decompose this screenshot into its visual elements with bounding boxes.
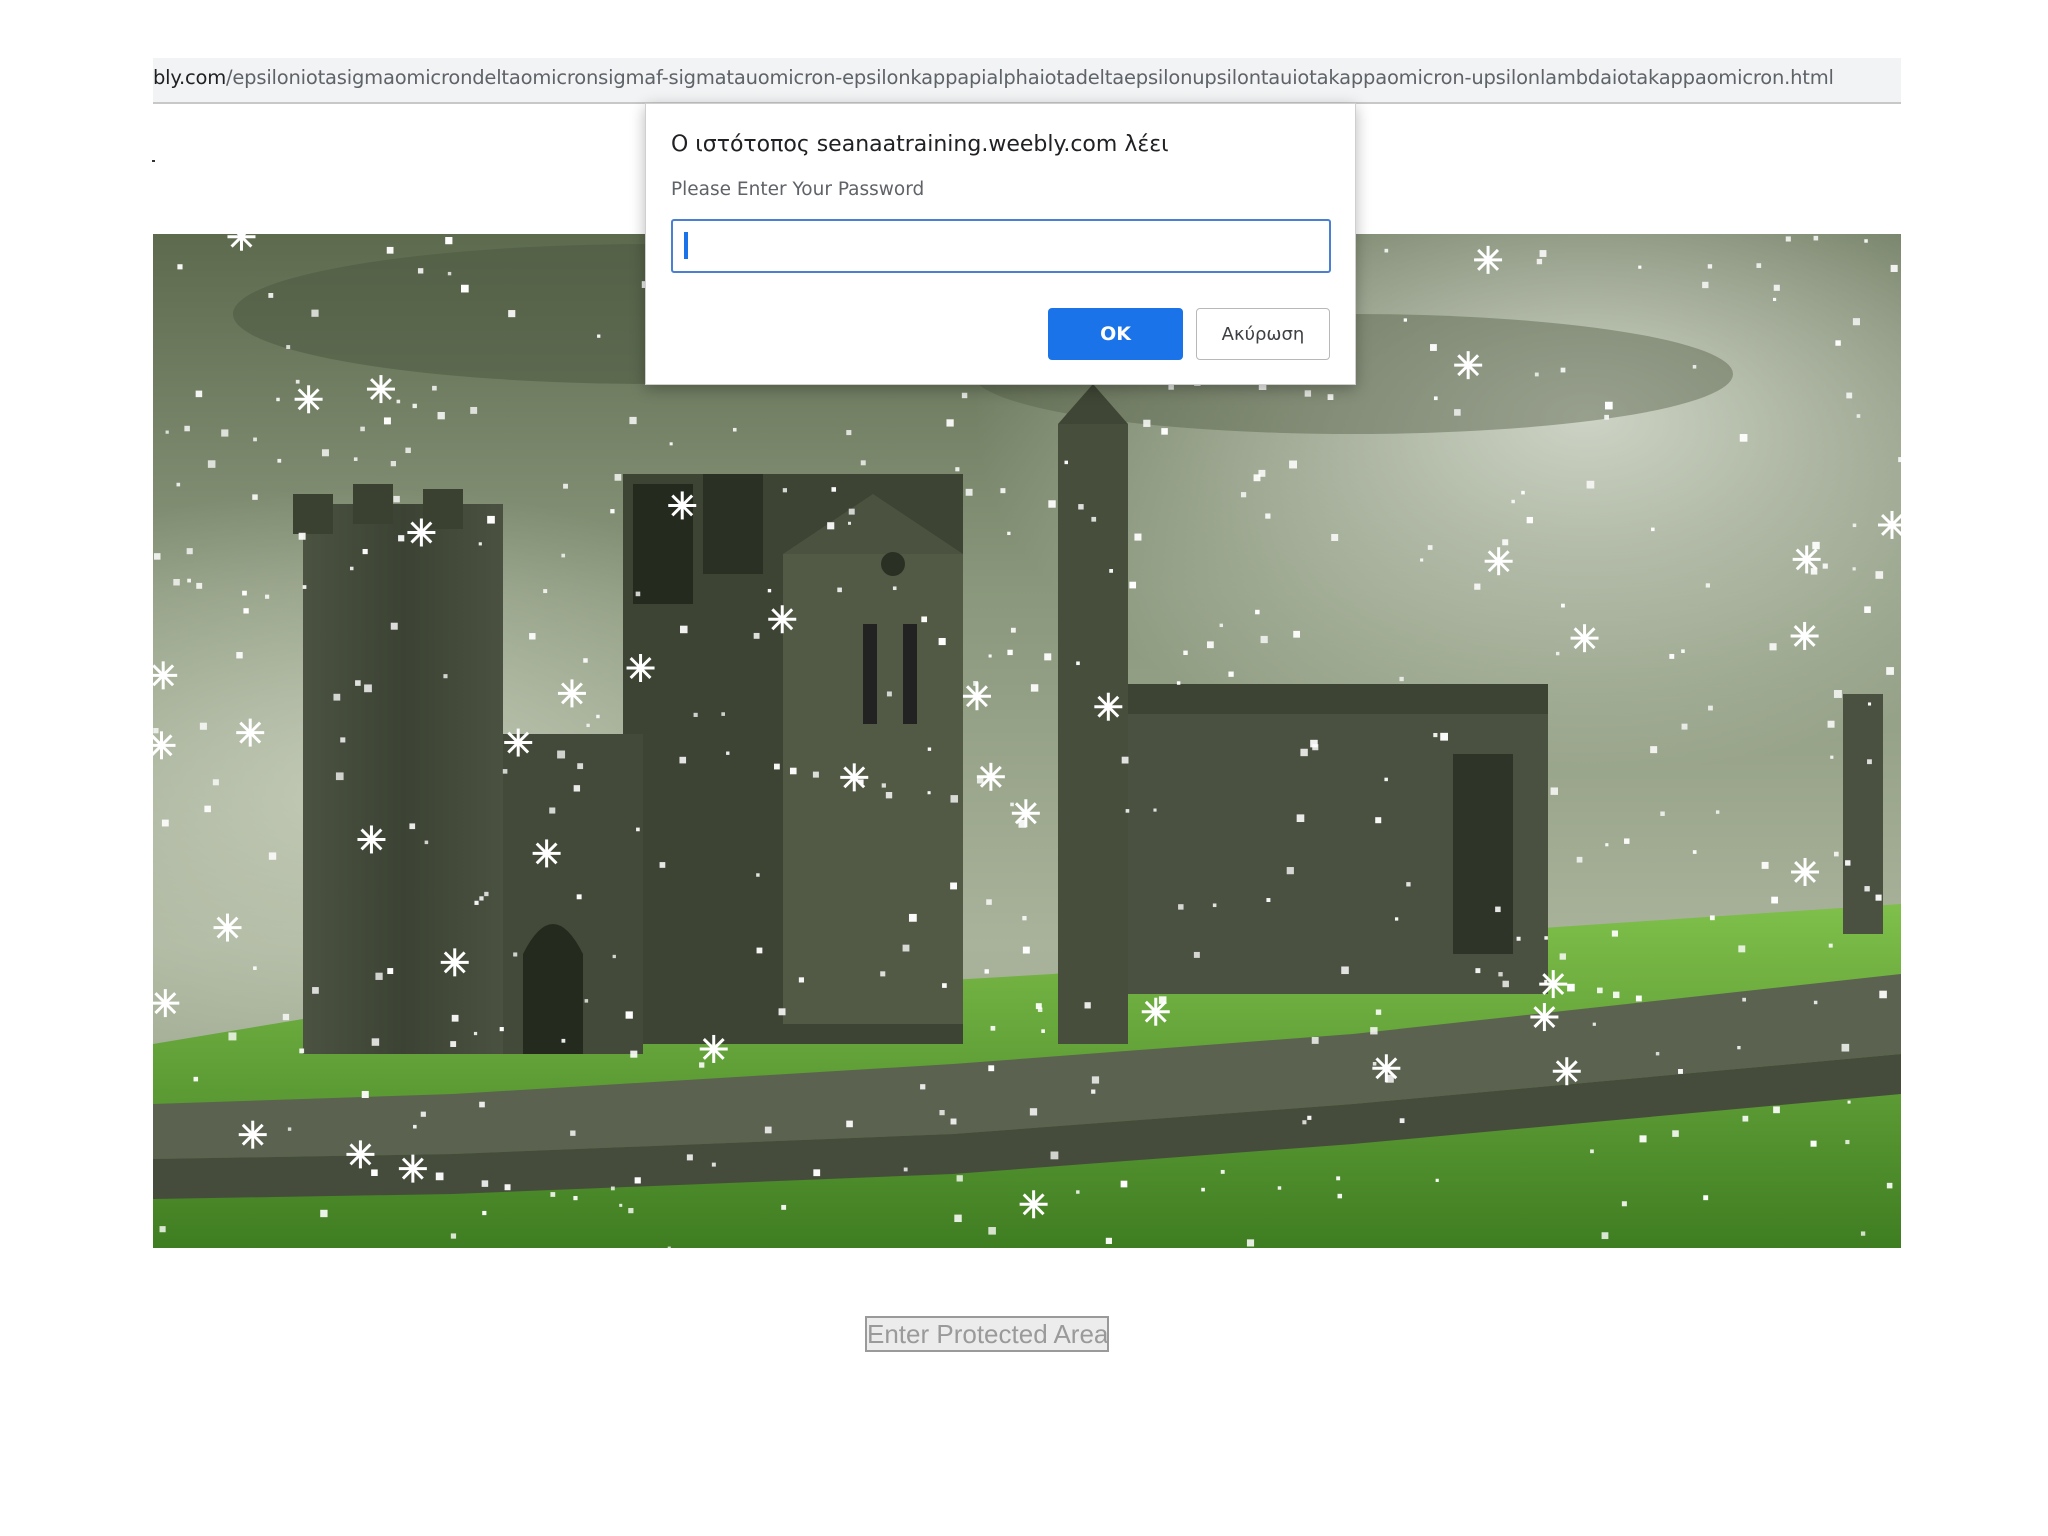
cancel-button[interactable]: Ακύρωση — [1196, 308, 1330, 360]
password-input[interactable] — [671, 219, 1331, 273]
web-page: bly.com/epsiloniotasigmaomicrondeltaomic… — [0, 0, 2048, 1536]
ok-button[interactable]: OK — [1048, 308, 1183, 360]
url-host: bly.com — [153, 66, 227, 89]
address-bar[interactable]: bly.com/epsiloniotasigmaomicrondeltaomic… — [153, 58, 1901, 104]
dialog-title: Ο ιστότοπος seanaatraining.weebly.com λέ… — [671, 132, 1169, 157]
stray-dot — [152, 160, 155, 162]
text-caret — [684, 232, 688, 259]
password-prompt-dialog: Ο ιστότοπος seanaatraining.weebly.com λέ… — [645, 103, 1356, 385]
snowy-castle-image — [153, 234, 1901, 1248]
scene-illustration — [153, 234, 1901, 1248]
enter-protected-area-button[interactable]: Enter Protected Area — [865, 1316, 1109, 1352]
dialog-message: Please Enter Your Password — [671, 179, 925, 200]
url-path: /epsiloniotasigmaomicrondeltaomicronsigm… — [226, 66, 1834, 89]
